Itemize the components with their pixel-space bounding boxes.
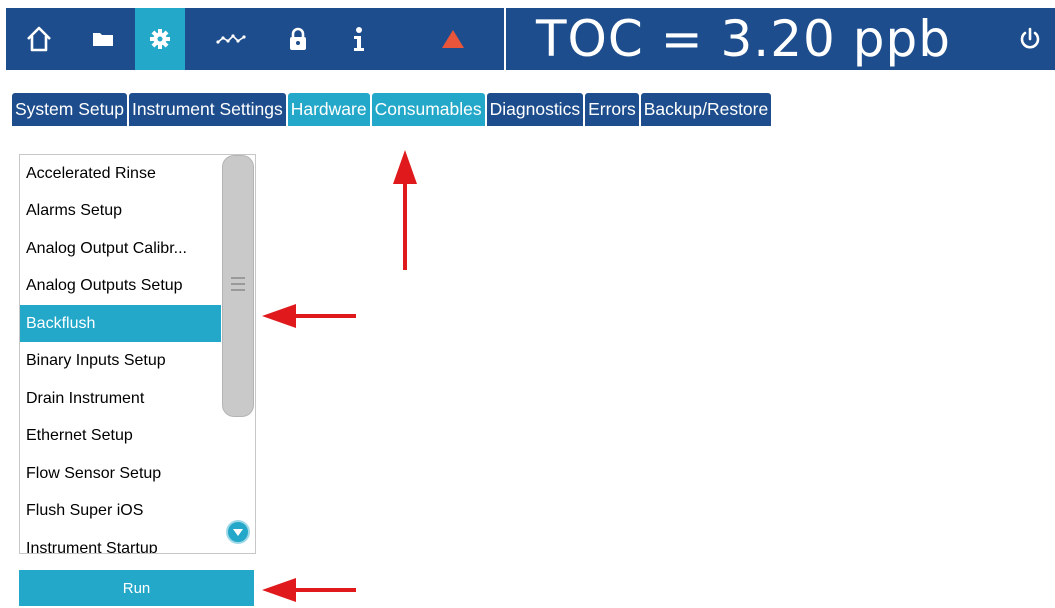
gear-icon [150,29,170,49]
list-item-selected[interactable]: Backflush [20,305,226,342]
annotation-arrow-up-icon [393,150,417,270]
folder-icon [93,33,113,46]
alarm-icon [442,30,464,48]
hardware-list[interactable]: Accelerated Rinse Alarms Setup Analog Ou… [19,154,256,554]
list-item[interactable]: Binary Inputs Setup [20,342,226,379]
chevron-down-icon [233,528,243,536]
info-icon [354,27,364,51]
annotation-arrow-left-icon [262,578,356,602]
tab-hardware[interactable]: Hardware [287,93,370,126]
power-button[interactable] [1005,8,1055,70]
alarm-button[interactable] [428,8,478,70]
list-item[interactable]: Drain Instrument [20,380,226,417]
grip-line [231,289,245,291]
list-item[interactable]: Analog Outputs Setup [20,267,226,304]
tab-diagnostics[interactable]: Diagnostics [486,93,584,126]
scrollbar-thumb[interactable] [222,155,254,417]
power-icon [1020,27,1040,49]
grip-line [231,283,245,285]
home-button[interactable] [14,8,64,70]
trend-button[interactable] [206,8,256,70]
files-button[interactable] [78,8,128,70]
list-item[interactable]: Alarms Setup [20,192,226,229]
run-button[interactable]: Run [19,570,254,606]
list-item[interactable]: Accelerated Rinse [20,155,226,192]
settings-tabs: System Setup Instrument Settings Hardwar… [12,93,773,126]
info-button[interactable] [334,8,384,70]
list-item[interactable]: Ethernet Setup [20,417,226,454]
tab-system-setup[interactable]: System Setup [12,93,127,126]
tab-consumables[interactable]: Consumables [371,93,485,126]
list-item[interactable]: Analog Output Calibr... [20,230,226,267]
tab-backup-restore[interactable]: Backup/Restore [640,93,772,126]
lock-button[interactable] [273,8,323,70]
list-item[interactable]: Instrument Startup [20,530,226,553]
list-item[interactable]: Flow Sensor Setup [20,455,226,492]
tab-errors[interactable]: Errors [585,93,639,126]
grip-line [231,277,245,279]
toc-readout: TOC = 3.20 ppb [536,10,951,68]
top-bar: TOC = 3.20 ppb [6,8,1055,70]
home-icon [27,26,51,52]
scroll-down-button[interactable] [226,520,250,544]
annotation-arrow-left-icon [262,304,356,328]
list-scrollbar[interactable] [221,155,255,553]
tab-instrument-settings[interactable]: Instrument Settings [128,93,286,126]
list-item[interactable]: Flush Super iOS [20,492,226,529]
trend-icon [216,34,246,44]
lock-icon [290,27,306,50]
header-divider [504,8,506,70]
settings-button[interactable] [135,8,185,70]
